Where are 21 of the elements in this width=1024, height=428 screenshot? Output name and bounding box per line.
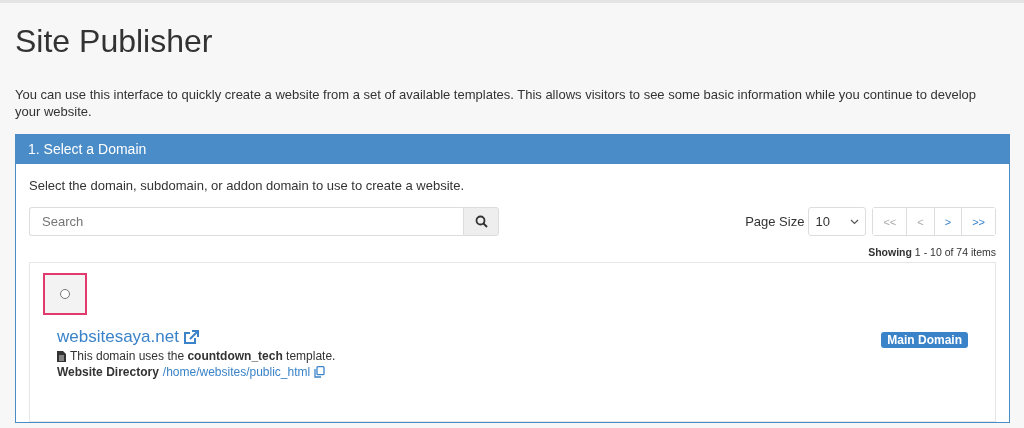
domain-link[interactable]: websitesaya.net bbox=[57, 327, 199, 347]
search-field[interactable]: Search bbox=[29, 207, 463, 236]
external-link-icon bbox=[182, 329, 199, 345]
panel-header: 1. Select a Domain bbox=[16, 135, 1009, 164]
page-description: You can use this interface to quickly create a website from a set of available templates. This allows visitors to see some basic information while you continue to develop your website. bbox=[15, 86, 978, 120]
search-button[interactable] bbox=[463, 207, 499, 236]
template-note: This domain uses the countdown_tech template. bbox=[70, 349, 336, 363]
chevron-down-icon bbox=[850, 218, 860, 225]
directory-label: Website Directory bbox=[57, 365, 159, 379]
page-title: Site Publisher bbox=[15, 23, 214, 60]
showing-count: Showing 1 - 10 of 74 items bbox=[867, 246, 996, 258]
page-size-select[interactable]: 10 bbox=[808, 207, 867, 236]
copy-icon[interactable] bbox=[314, 366, 326, 378]
instructions-text: Select the domain, subdomain, or addon domain to use to create a website. bbox=[29, 178, 466, 193]
pagination-button[interactable]: >> bbox=[961, 208, 995, 235]
search-icon bbox=[474, 215, 488, 228]
main-domain-badge: Main Domain bbox=[881, 332, 968, 348]
directory-link[interactable]: /home/websites/public_html bbox=[162, 365, 311, 379]
radio-button[interactable] bbox=[60, 289, 70, 299]
document-icon bbox=[57, 350, 66, 362]
page-size-label: Page Size bbox=[745, 214, 805, 229]
